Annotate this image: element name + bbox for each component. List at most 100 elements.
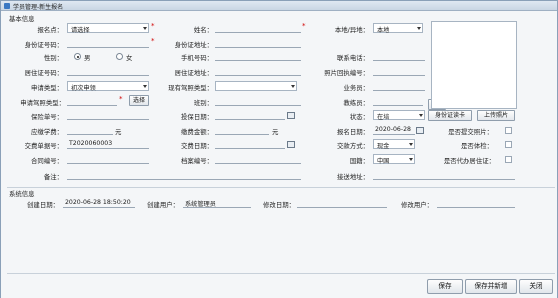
class-field[interactable] — [215, 96, 301, 106]
enrollment-window: 学员管理-新生报名 基本信息 报名点： 请选择 * 姓名： * 本地/异地： 本… — [0, 0, 558, 298]
close-button[interactable]: 关闭 — [519, 279, 553, 294]
nationality-value: 中国 — [377, 158, 390, 165]
pickup-address-field[interactable] — [373, 170, 515, 180]
paid-unit: 元 — [272, 128, 279, 136]
label-created-user: 创建用户： — [147, 201, 179, 209]
apply-type-value: 初次申领 — [71, 85, 96, 92]
label-created-date: 创建日期： — [27, 201, 59, 209]
name-field[interactable] — [215, 23, 301, 33]
coach-field[interactable] — [373, 96, 423, 106]
chevron-down-icon — [143, 85, 147, 88]
id-address-field[interactable] — [215, 38, 301, 48]
title-bar: 学员管理-新生报名 — [1, 1, 557, 11]
read-id-card-button[interactable]: 身份证读卡 — [428, 110, 472, 121]
pay-date-field[interactable] — [215, 139, 285, 149]
label-insurance-no: 保险单号： — [31, 113, 63, 121]
created-date-value: 2020-06-28 18:50:20 — [63, 198, 135, 208]
section-basic-info: 基本信息 — [9, 15, 35, 23]
label-current-license: 现有驾照类型： — [168, 84, 213, 92]
status-value: 在培 — [377, 114, 390, 121]
chevron-down-icon — [143, 27, 147, 30]
label-contact-phone: 联系电话： — [337, 54, 369, 62]
label-photo-receipt: 照片回执编号： — [324, 69, 369, 77]
label-status: 状态： — [349, 113, 369, 121]
gender-female-label: 女 — [126, 54, 133, 62]
gender-male-radio[interactable] — [74, 53, 81, 60]
modified-user-value — [437, 198, 515, 208]
photo-submitted-checkbox[interactable] — [505, 127, 512, 134]
insurance-date-field[interactable] — [215, 110, 285, 120]
gender-female-radio[interactable] — [116, 53, 123, 60]
local-remote-select[interactable]: 本地 — [373, 23, 423, 34]
receipt-no-field[interactable]: T2020060003 — [67, 139, 149, 149]
signup-date-field[interactable]: 2020-06-28 — [373, 125, 415, 135]
upload-photo-button[interactable]: 上传照片 — [477, 110, 515, 121]
label-coach: 教练员： — [343, 99, 369, 107]
id-number-field[interactable] — [67, 38, 149, 48]
phone-field[interactable] — [215, 51, 301, 61]
label-nationality: 国籍： — [349, 157, 369, 165]
fee-due-unit: 元 — [115, 128, 122, 136]
created-user-value: 系统管理员 — [183, 198, 251, 208]
calendar-icon[interactable] — [416, 127, 424, 134]
file-no-field[interactable] — [215, 154, 301, 164]
label-pay-method: 交款方式： — [337, 142, 369, 150]
form-area: 基本信息 报名点： 请选择 * 姓名： * 本地/异地： 本地 身份证号码： *… — [1, 11, 557, 298]
remark-field[interactable] — [67, 170, 301, 180]
save-button[interactable]: 保存 — [427, 279, 463, 294]
apply-type-select[interactable]: 初次申领 — [67, 81, 149, 92]
label-photo-submitted: 是否提交照片： — [448, 128, 493, 136]
label-class: 班别： — [193, 99, 213, 107]
pay-method-select[interactable]: 现金 — [373, 139, 415, 150]
label-signup-date: 报名日期： — [337, 128, 369, 136]
label-file-no: 档案编号： — [181, 157, 213, 165]
paid-amount-field[interactable] — [215, 125, 269, 135]
current-license-select[interactable] — [215, 81, 297, 91]
physical-exam-checkbox[interactable] — [505, 141, 512, 148]
salesperson-field[interactable] — [373, 81, 425, 91]
status-select[interactable]: 在培 — [373, 110, 425, 121]
label-pay-date: 交费日期： — [181, 142, 213, 150]
local-remote-value: 本地 — [377, 27, 390, 34]
gender-male-label: 男 — [84, 54, 91, 62]
fee-due-field[interactable] — [67, 125, 113, 135]
nationality-select[interactable]: 中国 — [373, 154, 415, 165]
calendar-icon[interactable] — [287, 112, 295, 119]
app-icon — [4, 3, 10, 9]
chevron-down-icon — [291, 85, 295, 88]
chevron-down-icon — [419, 114, 423, 117]
label-name: 姓名： — [193, 26, 213, 34]
label-paid-amount: 缴费金额： — [181, 128, 213, 136]
label-modified-user: 修改用户： — [401, 201, 433, 209]
pay-method-value: 现金 — [377, 143, 390, 150]
label-residence-address: 居住证地址： — [174, 69, 213, 77]
proxy-residence-checkbox[interactable] — [505, 156, 512, 163]
calendar-icon[interactable] — [287, 141, 295, 148]
label-contract-no: 合同编号： — [31, 157, 63, 165]
apply-license-field[interactable] — [67, 96, 117, 106]
label-phone: 手机号码： — [181, 54, 213, 62]
label-gender: 性别： — [43, 54, 63, 62]
label-physical-exam: 是否体检： — [461, 142, 493, 150]
label-signup-point: 报名点： — [37, 26, 63, 34]
label-insurance-date: 投保日期： — [181, 113, 213, 121]
save-and-new-button[interactable]: 保存并新增 — [465, 279, 517, 294]
chevron-down-icon — [417, 27, 421, 30]
contact-phone-field[interactable] — [373, 51, 425, 61]
residence-no-field[interactable] — [67, 66, 149, 76]
modified-date-value — [297, 198, 387, 208]
section-system-info: 系统信息 — [9, 190, 35, 198]
contract-no-field[interactable] — [67, 154, 149, 164]
label-pickup-address: 接送地址： — [337, 173, 369, 181]
choose-license-button[interactable]: 选择 — [129, 95, 149, 106]
insurance-no-field[interactable] — [67, 110, 149, 120]
label-modified-date: 修改日期： — [263, 201, 295, 209]
label-receipt-no: 交费单据号： — [24, 142, 63, 150]
label-id-address: 身份证地址： — [174, 41, 213, 49]
residence-address-field[interactable] — [215, 66, 301, 76]
label-remark: 备注： — [43, 173, 63, 181]
photo-receipt-field[interactable] — [373, 66, 425, 76]
signup-point-select[interactable]: 请选择 — [67, 23, 149, 34]
label-proxy-residence: 是否代办居住证： — [443, 157, 495, 165]
chevron-down-icon — [409, 158, 413, 161]
